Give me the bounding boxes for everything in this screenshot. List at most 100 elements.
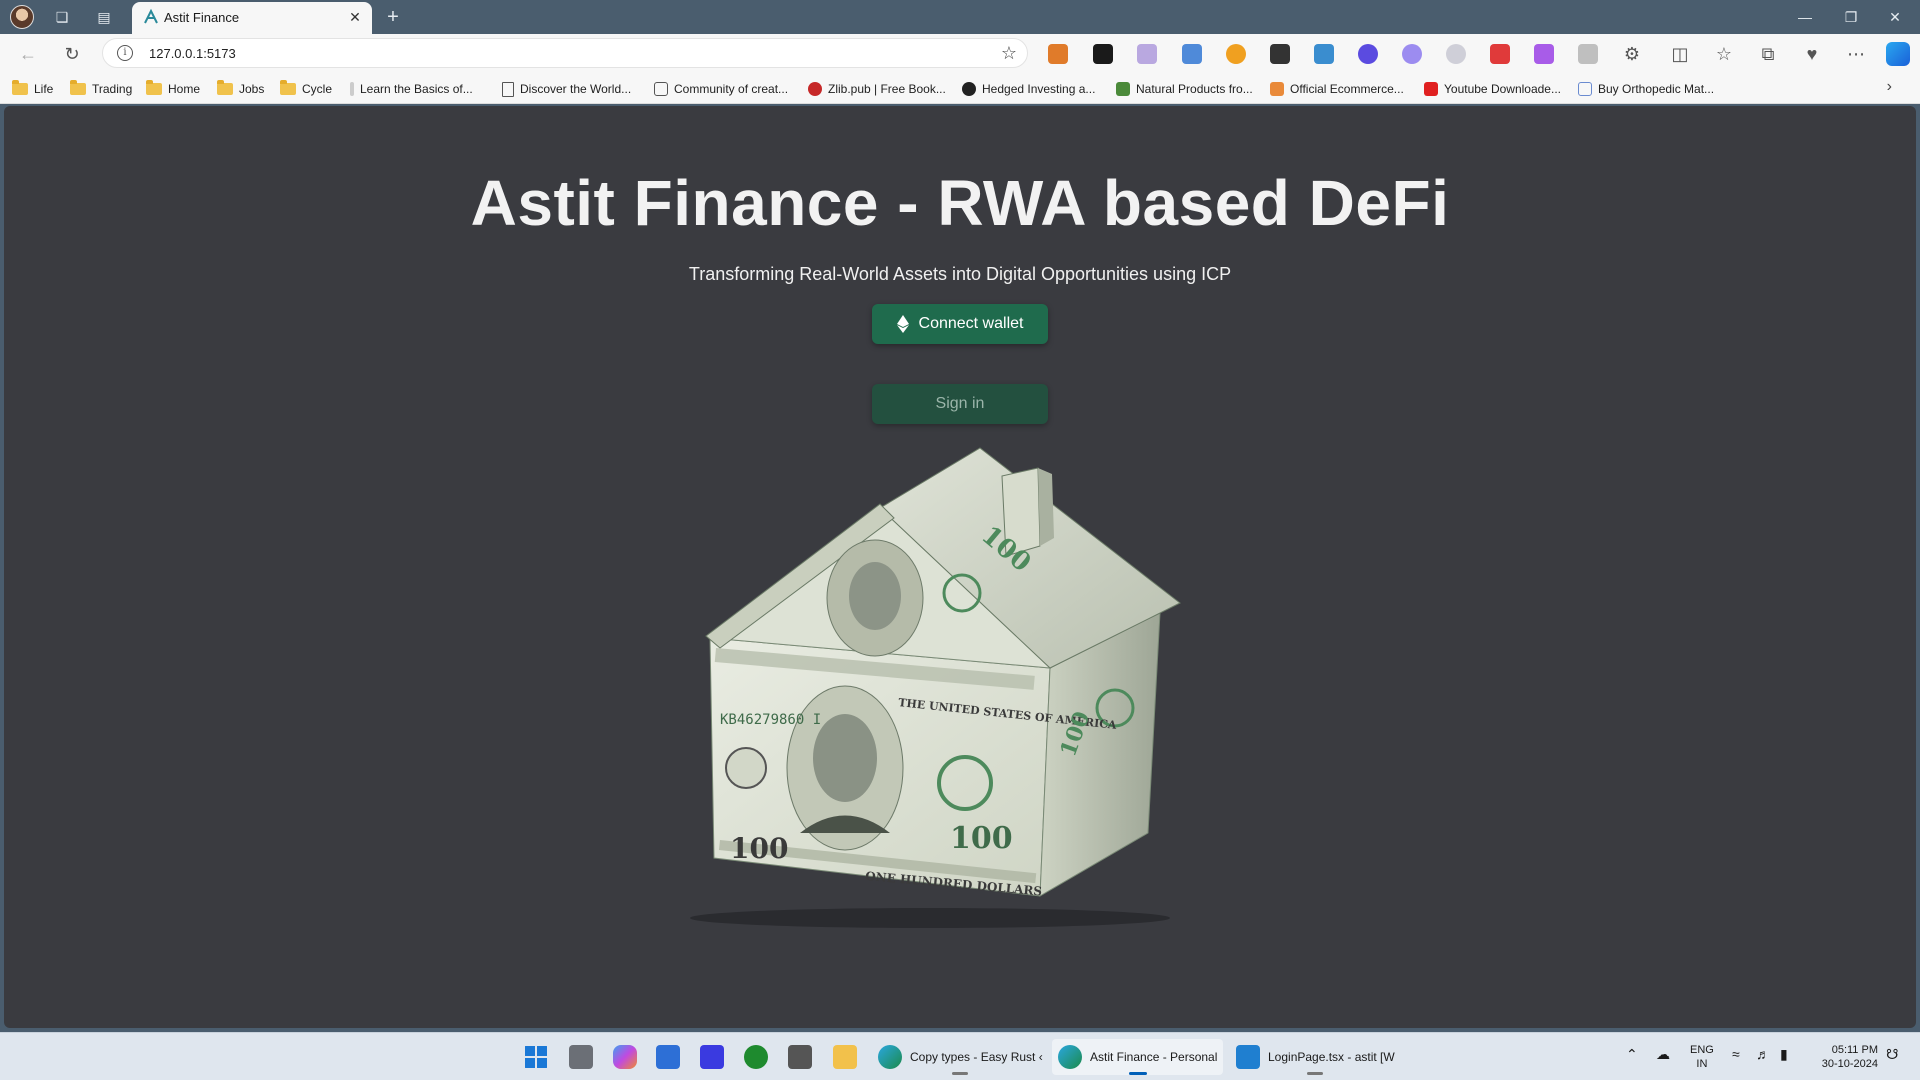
lock-extension-icon[interactable] xyxy=(1490,44,1510,64)
calendar-extension-icon[interactable] xyxy=(1314,44,1334,64)
rocket-extension-icon[interactable] xyxy=(1402,44,1422,64)
app-icon[interactable] xyxy=(788,1045,812,1069)
bookmark-hedged-investing[interactable]: Hedged Investing a... xyxy=(962,80,1095,98)
shield-extension-icon[interactable] xyxy=(1446,44,1466,64)
battery-icon[interactable]: ▮ xyxy=(1780,1047,1788,1061)
chat-extension-icon[interactable] xyxy=(1534,44,1554,64)
c-extension-icon[interactable] xyxy=(1578,44,1598,64)
split-screen-icon[interactable]: ◫ xyxy=(1668,42,1692,66)
extensions-puzzle-icon[interactable]: ⚙ xyxy=(1620,42,1644,66)
windows-taskbar: Copy types - Easy Rust ‹ Astit Finance -… xyxy=(0,1032,1920,1080)
bookmark-learn-basics[interactable]: Learn the Basics of... xyxy=(350,80,473,98)
bookmark-youtube-downloader[interactable]: Youtube Downloade... xyxy=(1424,80,1561,98)
page-subtitle: Transforming Real-World Assets into Digi… xyxy=(688,264,1232,284)
running-indicator xyxy=(952,1072,969,1075)
taskbar-app-edge-rust[interactable]: Copy types - Easy Rust ‹ xyxy=(872,1039,1049,1075)
bookmark-community[interactable]: Community of creat... xyxy=(654,80,788,98)
folder-icon xyxy=(217,80,233,95)
browser-title-bar: ❏ ▤ Astit Finance ✕ + — ❐ ✕ xyxy=(0,0,1920,34)
tab-title: Astit Finance xyxy=(164,10,240,25)
money-house-image: KB46279860 I 100 100 ONE HUNDRED DOLLARS… xyxy=(690,447,1181,928)
address-bar[interactable]: i 127.0.0.1:5173 ☆ xyxy=(102,38,1028,68)
grid-extension-icon[interactable] xyxy=(1270,44,1290,64)
tab-close-icon[interactable]: ✕ xyxy=(346,8,364,26)
sign-in-label: Sign in xyxy=(935,395,985,412)
address-url[interactable]: 127.0.0.1:5173 xyxy=(149,46,236,61)
page-viewport: Astit Finance - RWA based DeFi Transform… xyxy=(4,106,1916,1028)
back-icon[interactable]: ← xyxy=(16,42,40,66)
page-icon xyxy=(502,81,514,97)
vertical-tabs-icon[interactable]: ▤ xyxy=(94,7,114,27)
bill-serial-text: KB46279860 I xyxy=(720,712,821,728)
folder-icon xyxy=(70,80,86,95)
bookmark-trading[interactable]: Trading xyxy=(70,80,132,98)
window-close-icon[interactable]: ✕ xyxy=(1880,7,1910,27)
taskbar-app-edge-astit[interactable]: Astit Finance - Personal xyxy=(1052,1039,1224,1075)
taskbar-app-vscode[interactable]: LoginPage.tsx - astit [W xyxy=(1230,1039,1401,1075)
bookmark-natural-products[interactable]: Natural Products fro... xyxy=(1116,80,1253,98)
favorite-star-icon[interactable]: ☆ xyxy=(1001,43,1017,64)
task-view-icon[interactable] xyxy=(569,1045,593,1069)
site-info-icon[interactable]: i xyxy=(117,45,133,61)
folder-icon xyxy=(280,80,296,95)
bookmarks-bar: Life Trading Home Jobs Cycle Learn the B… xyxy=(0,72,1920,104)
refresh-icon[interactable]: ↻ xyxy=(60,42,84,66)
windows-start-icon[interactable] xyxy=(524,1045,548,1069)
bookmark-discover-world[interactable]: Discover the World... xyxy=(502,80,631,98)
new-tab-icon[interactable]: + xyxy=(382,6,404,28)
bookmark-jobs[interactable]: Jobs xyxy=(217,80,264,98)
collections-icon[interactable]: ⧉ xyxy=(1756,42,1780,66)
tabs-extension-icon[interactable] xyxy=(1137,44,1157,64)
notification-bell-icon[interactable]: ☋ xyxy=(1886,1047,1898,1061)
site-icon xyxy=(808,82,822,96)
onedrive-cloud-icon[interactable]: ☁ xyxy=(1656,1047,1670,1061)
site-icon xyxy=(1578,82,1592,96)
browser-toolbar: ← ↻ i 127.0.0.1:5173 ☆ ⚙ ◫ ☆ ⧉ ♥ ⋯ xyxy=(0,34,1920,72)
sign-in-button[interactable]: Sign in xyxy=(872,384,1048,424)
wifi-icon[interactable]: ≈ xyxy=(1732,1047,1740,1061)
ethereum-icon xyxy=(896,315,909,333)
edge-icon xyxy=(1058,1045,1082,1069)
clock[interactable]: 05:11 PM 30-10-2024 xyxy=(1814,1043,1878,1071)
workspaces-icon[interactable]: ❏ xyxy=(52,7,72,27)
copilot-taskbar-icon[interactable] xyxy=(613,1045,637,1069)
site-icon xyxy=(1270,82,1284,96)
more-menu-icon[interactable]: ⋯ xyxy=(1844,42,1868,66)
site-icon xyxy=(1116,82,1130,96)
store-icon[interactable] xyxy=(656,1045,680,1069)
folder-icon xyxy=(12,80,28,95)
bookmark-life[interactable]: Life xyxy=(12,80,53,98)
running-indicator xyxy=(1307,1072,1324,1075)
tab-astit-finance[interactable]: Astit Finance ✕ xyxy=(132,2,372,34)
editor-app-icon[interactable] xyxy=(700,1045,724,1069)
volume-icon[interactable]: ♬ xyxy=(1756,1047,1770,1061)
performance-icon[interactable]: ♥ xyxy=(1800,42,1824,66)
connect-wallet-button[interactable]: Connect wallet xyxy=(872,304,1048,344)
bill-corner-denomination-text: 100 xyxy=(730,832,788,865)
file-explorer-icon[interactable] xyxy=(833,1045,857,1069)
minimize-icon[interactable]: — xyxy=(1790,7,1820,27)
restore-icon[interactable]: ❐ xyxy=(1836,7,1866,27)
translate-extension-icon[interactable] xyxy=(1182,44,1202,64)
p-extension-icon[interactable] xyxy=(1226,44,1246,64)
favorites-icon[interactable]: ☆ xyxy=(1712,42,1736,66)
tray-chevron-icon[interactable]: ⌃ xyxy=(1626,1047,1638,1061)
connect-wallet-label: Connect wallet xyxy=(918,315,1024,332)
site-icon xyxy=(962,82,976,96)
copilot-icon[interactable] xyxy=(1886,42,1910,66)
bookmark-orthopedic[interactable]: Buy Orthopedic Mat... xyxy=(1578,80,1714,98)
xbox-icon[interactable] xyxy=(744,1045,768,1069)
bookmark-home[interactable]: Home xyxy=(146,80,200,98)
profile-avatar[interactable] xyxy=(10,5,34,29)
bookmark-cycle[interactable]: Cycle xyxy=(280,80,332,98)
bill-denomination-text: 100 xyxy=(950,821,1013,856)
bookmark-zlib[interactable]: Zlib.pub | Free Book... xyxy=(808,80,946,98)
phantom-extension-icon[interactable] xyxy=(1358,44,1378,64)
bookmarks-overflow-chevron-icon[interactable]: › xyxy=(1887,78,1892,96)
s-extension-icon[interactable] xyxy=(1093,44,1113,64)
metamask-extension-icon[interactable] xyxy=(1048,44,1068,64)
language-indicator[interactable]: ENG IN xyxy=(1690,1043,1714,1071)
bookmark-official-ecommerce[interactable]: Official Ecommerce... xyxy=(1270,80,1404,98)
page-title: Astit Finance - RWA based DeFi xyxy=(470,167,1450,239)
vscode-icon xyxy=(1236,1045,1260,1069)
